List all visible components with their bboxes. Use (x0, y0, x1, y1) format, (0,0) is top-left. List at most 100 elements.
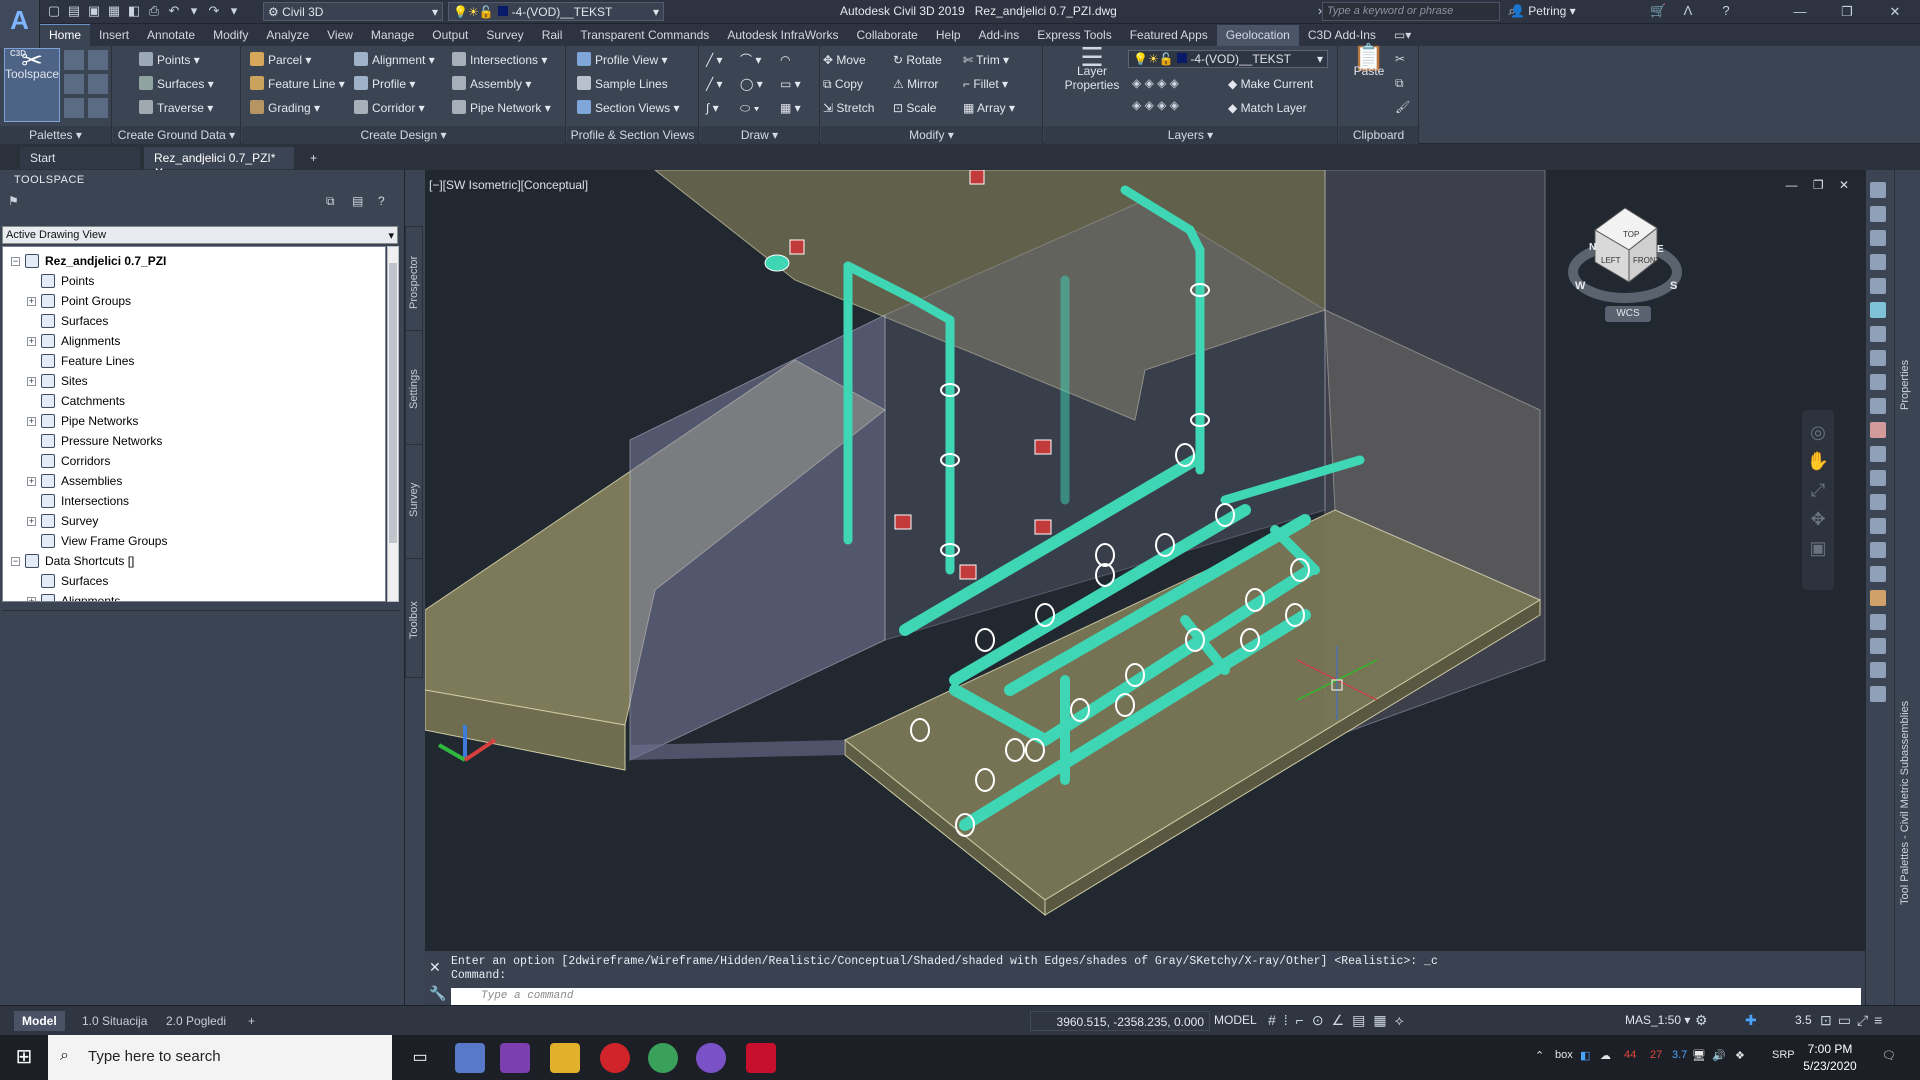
properties-palette-icon[interactable] (88, 74, 108, 94)
tree-expander[interactable]: + (27, 477, 36, 486)
palette-tool-icon-19[interactable] (1870, 614, 1886, 630)
open-web-icon[interactable]: ◧ (126, 3, 142, 19)
tab-featured-apps[interactable]: Featured Apps (1121, 25, 1217, 47)
palette-tool-icon-11[interactable] (1870, 422, 1886, 438)
layer-dropdown[interactable]: 💡☀🔓 -4-(VOD)__TEKST ▾ (1128, 50, 1328, 68)
tab-annotate[interactable]: Annotate (138, 25, 204, 47)
tree-node[interactable]: Catchments (41, 391, 125, 411)
mirror-button[interactable]: ⚠ Mirror (893, 74, 938, 94)
tree-node[interactable]: Alignments (41, 331, 120, 351)
points-button[interactable]: Points ▾ (139, 50, 200, 70)
tab-add-ins[interactable]: Add-ins (970, 25, 1029, 47)
tab-home[interactable]: Home (40, 24, 91, 46)
wrench-icon[interactable]: 🔧 (429, 985, 446, 1002)
assembly-button[interactable]: Assembly ▾ (452, 74, 531, 94)
drawing-view-select[interactable]: Active Drawing View ▾ (2, 226, 398, 244)
pipe-network-button[interactable]: Pipe Network ▾ (452, 98, 551, 118)
save-icon[interactable]: ▣ (86, 3, 102, 19)
layer-tools-row-1[interactable]: ◈ ◈ ◈ ◈ (1132, 76, 1228, 92)
windows-start-icon[interactable]: ⊞ (0, 1035, 48, 1080)
ellipse-tool[interactable]: ⬭ ▾ (740, 98, 759, 118)
panel-title-modify[interactable]: Modify ▾ (821, 126, 1042, 144)
panel-title-create-design[interactable]: Create Design ▾ (242, 126, 565, 144)
orbit-icon[interactable]: ✥ (1802, 509, 1834, 530)
line-tool[interactable]: ╱ ▾ (706, 50, 723, 70)
panel-title-draw[interactable]: Draw ▾ (700, 126, 819, 144)
layout-tab-pogledi[interactable]: 2.0 Pogledi (158, 1011, 234, 1031)
rotate-button[interactable]: ↻ Rotate (893, 50, 942, 70)
tab-insert[interactable]: Insert (90, 25, 138, 47)
tab-collaborate[interactable]: Collaborate (847, 25, 926, 47)
copy-button[interactable]: ⧉ Copy (823, 74, 863, 94)
application-menu-button[interactable]: A C3D (0, 0, 40, 58)
circle-tool[interactable]: ◯ ▾ (740, 74, 763, 94)
parcel-button[interactable]: Parcel ▾ (250, 50, 311, 70)
tab-geolocation[interactable]: Geolocation (1216, 25, 1299, 47)
palette-tool-icon-17[interactable] (1870, 566, 1886, 582)
save-as-icon[interactable]: ▦ (106, 3, 122, 19)
tree-node[interactable]: Point Groups (41, 291, 131, 311)
intersections-button[interactable]: Intersections ▾ (452, 50, 547, 70)
tree-node[interactable]: Pressure Networks (41, 431, 162, 451)
viber-icon[interactable] (696, 1043, 726, 1073)
steering-wheel-icon[interactable]: ◎ (1802, 422, 1834, 443)
tab-survey-side[interactable]: Survey (405, 444, 423, 564)
palette-tool-icon-4[interactable] (1870, 254, 1886, 270)
compass-east[interactable]: E (1657, 244, 1664, 255)
corridor-button[interactable]: Corridor ▾ (354, 98, 425, 118)
tree-node[interactable]: Surfaces (41, 311, 108, 331)
palette-tool-icon-14[interactable] (1870, 494, 1886, 510)
survey-palette-icon[interactable] (64, 74, 84, 94)
item-view-icon[interactable]: ⧉ (326, 194, 335, 209)
drawing-tab[interactable]: Rez_andjelici 0.7_PZI* ✕ (144, 147, 294, 179)
start-tab[interactable]: Start (20, 147, 140, 169)
zoom-icon[interactable]: ⤢ (1802, 480, 1834, 501)
fillet-button[interactable]: ⌐ Fillet ▾ (963, 74, 1008, 94)
taskbar-search-input[interactable]: Type here to search (48, 1035, 392, 1080)
tree-expander[interactable]: + (27, 417, 36, 426)
autocad-icon[interactable] (746, 1043, 776, 1073)
redo-dropdown-icon[interactable]: ▾ (226, 3, 242, 19)
tab-rail[interactable]: Rail (533, 25, 572, 47)
tab-express-tools[interactable]: Express Tools (1028, 25, 1120, 47)
array-button[interactable]: ▦ Array ▾ (963, 98, 1015, 118)
profile-view-button[interactable]: Profile View ▾ (577, 50, 668, 70)
move-button[interactable]: ✥ Move (823, 50, 866, 70)
palette-tool-icon-12[interactable] (1870, 446, 1886, 462)
paste-button[interactable]: 📋 Paste (1347, 44, 1391, 124)
tab-analyze[interactable]: Analyze (257, 25, 318, 47)
viewcube-front-label[interactable]: FRONT (1633, 256, 1661, 265)
input-language[interactable]: SRP (1772, 1049, 1795, 1061)
section-views-button[interactable]: Section Views ▾ (577, 98, 680, 118)
tree-node[interactable]: Feature Lines (41, 351, 134, 371)
lineweight-value[interactable]: 3.5 (1795, 1013, 1812, 1027)
polyline-tool[interactable]: ⌒ ▾ (740, 50, 761, 70)
trim-button[interactable]: ✄ Trim ▾ (963, 50, 1009, 70)
tree-node[interactable]: Alignments (41, 591, 120, 601)
layer-tools-row-2[interactable]: ◈ ◈ ◈ ◈ (1132, 98, 1228, 114)
chrome-icon[interactable] (648, 1043, 678, 1073)
compass-south[interactable]: S (1670, 280, 1677, 292)
tree-node[interactable]: Intersections (41, 491, 129, 511)
prospector-palette-icon[interactable] (64, 50, 84, 70)
scroll-thumb[interactable] (389, 263, 397, 543)
status-extra-icons[interactable]: ⊡▭⤢≡ (1820, 1012, 1888, 1029)
ribbon-options-icon[interactable]: ▭▾ (1385, 25, 1420, 47)
list-view-icon[interactable]: ▤ (352, 194, 363, 208)
tree-expander[interactable]: − (11, 257, 20, 266)
palette-tool-icon-6[interactable] (1870, 302, 1886, 318)
viewport-controls-label[interactable]: [−][SW Isometric][Conceptual] (429, 178, 588, 192)
grading-button[interactable]: Grading ▾ (250, 98, 320, 118)
tool-palettes-icon[interactable] (88, 98, 108, 118)
sample-lines-button[interactable]: Sample Lines (577, 74, 668, 94)
tray-box[interactable]: box (1555, 1049, 1573, 1061)
palette-tool-icon-8[interactable] (1870, 350, 1886, 366)
spline-tool[interactable]: ∫ ▾ (706, 98, 719, 118)
tree-node[interactable]: Data Shortcuts [] (25, 551, 134, 571)
layout-tab-situacija[interactable]: 1.0 Situacija (74, 1011, 155, 1031)
tree-expander[interactable]: − (11, 557, 20, 566)
help-icon[interactable]: ? (378, 194, 385, 208)
undo-icon[interactable]: ↶ (166, 3, 182, 19)
alignment-button[interactable]: Alignment ▾ (354, 50, 435, 70)
tree-node[interactable]: Assemblies (41, 471, 122, 491)
